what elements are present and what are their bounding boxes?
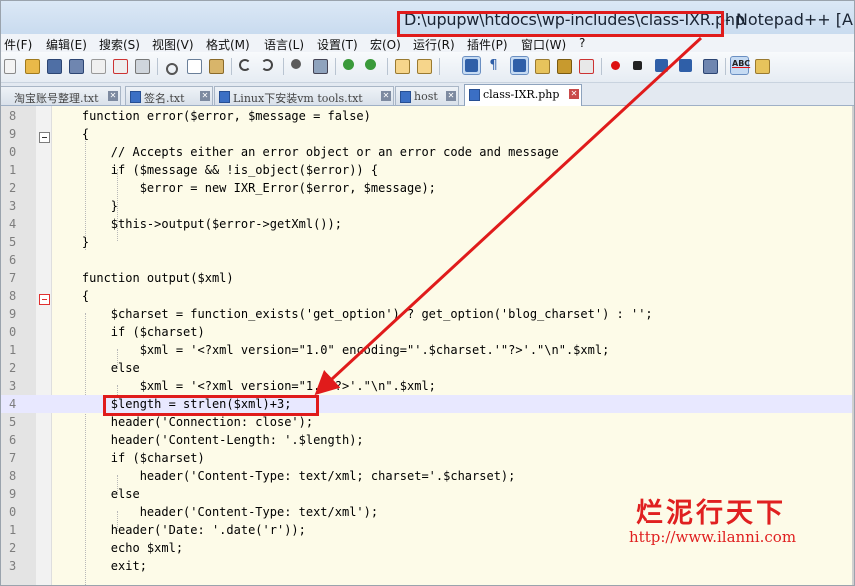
notepad-window: D:\upupw\htdocs\wp-includes\class-IXR.ph… bbox=[0, 0, 855, 586]
watermark-url: http://www.ilanni.com bbox=[629, 528, 797, 546]
watermark-site-name: 烂泥行天下 bbox=[636, 498, 786, 529]
